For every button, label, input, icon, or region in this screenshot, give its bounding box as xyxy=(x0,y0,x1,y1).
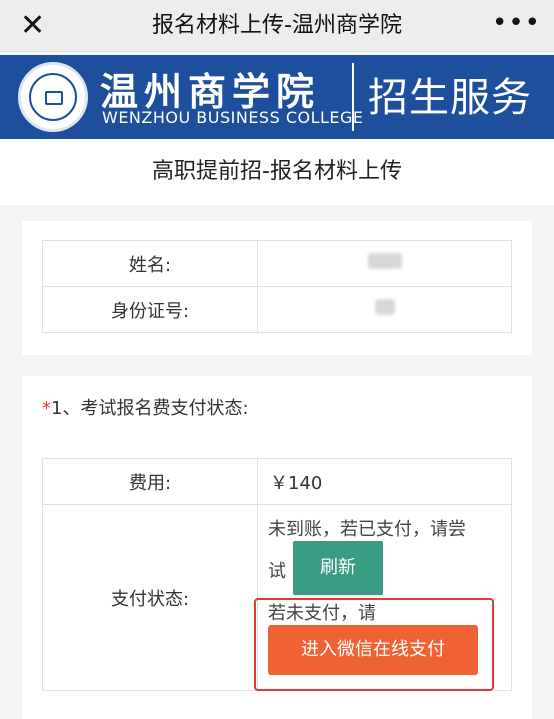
redacted-id xyxy=(374,299,395,315)
book-icon xyxy=(45,91,63,105)
section-title-text: 1、考试报名费支付状态: xyxy=(51,398,249,419)
school-name-en: WENZHOU BUSINESS COLLEGE xyxy=(102,108,364,127)
personal-info-card: 姓名: 身份证号: xyxy=(22,221,532,355)
fee-value: ￥140 xyxy=(257,458,512,505)
personal-info-table: 姓名: 身份证号: xyxy=(42,240,512,333)
page-title: 高职提前招-报名材料上传 xyxy=(0,139,554,205)
more-icon[interactable]: ••• xyxy=(492,8,540,44)
highlight-annotation-box xyxy=(254,598,494,691)
status-text-line1: 未到账，若已支付，请尝 xyxy=(268,519,466,540)
close-icon[interactable]: ✕ xyxy=(20,8,60,44)
status-text-line2: 试 xyxy=(268,561,286,582)
banner-divider xyxy=(352,63,354,131)
fee-label: 费用: xyxy=(42,458,258,505)
table-row: 费用: ￥140 xyxy=(42,458,512,505)
redacted-name xyxy=(367,253,402,269)
name-value xyxy=(257,240,512,287)
nav-title: 报名材料上传-温州商学院 xyxy=(152,13,402,38)
status-label: 支付状态: xyxy=(42,504,258,691)
school-logo xyxy=(18,62,88,132)
section-title: *1、考试报名费支付状态: xyxy=(42,394,249,420)
top-nav-bar: ✕ 报名材料上传-温州商学院 ••• xyxy=(0,0,554,52)
required-mark: * xyxy=(42,398,51,419)
name-label: 姓名: xyxy=(42,240,258,287)
id-label: 身份证号: xyxy=(42,286,258,333)
table-row: 身份证号: xyxy=(42,286,512,333)
banner-service-title: 招生服务 xyxy=(368,75,532,121)
refresh-button[interactable]: 刷新 xyxy=(293,541,383,595)
table-row: 姓名: xyxy=(42,240,512,287)
school-banner: 温州商学院 WENZHOU BUSINESS COLLEGE 招生服务 xyxy=(0,55,554,139)
id-value xyxy=(257,286,512,333)
logo-emblem-icon xyxy=(29,73,77,121)
